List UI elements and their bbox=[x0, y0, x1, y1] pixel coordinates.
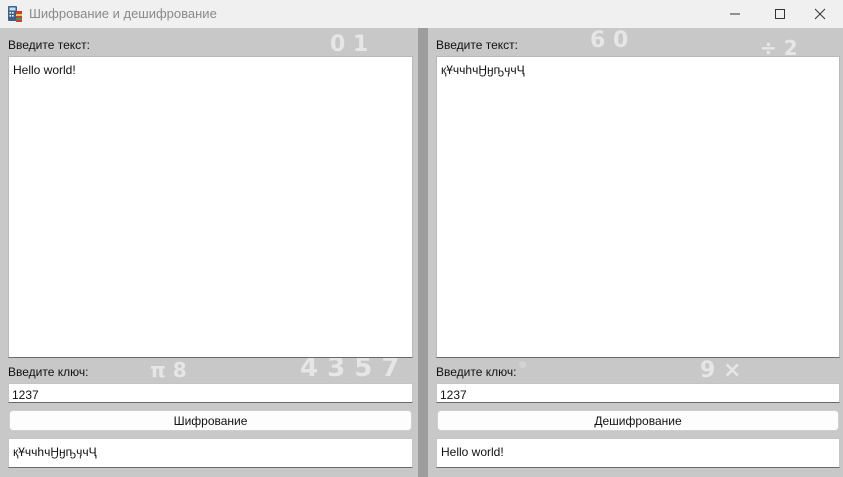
decrypt-button-label: Дешифрование bbox=[594, 413, 682, 428]
decrypted-output[interactable]: Hello world! bbox=[436, 438, 840, 468]
key-label: Введите ключ: bbox=[8, 365, 89, 379]
key-input[interactable]: 1237 bbox=[8, 383, 413, 403]
key-input[interactable]: 1237 bbox=[436, 383, 840, 403]
close-button[interactable] bbox=[797, 0, 843, 28]
panel-separator bbox=[418, 28, 428, 477]
app-icon bbox=[7, 5, 23, 23]
ciphertext-input[interactable]: қҰччһчӇӈҧӌчҶ bbox=[436, 56, 840, 358]
encrypt-panel: Введите текст: Hello world! Введите ключ… bbox=[0, 28, 413, 477]
minimize-icon bbox=[729, 8, 741, 20]
text-label: Введите текст: bbox=[436, 38, 518, 52]
close-icon bbox=[814, 8, 826, 20]
text-label: Введите текст: bbox=[8, 38, 90, 52]
key-label: Введите ключ: bbox=[436, 365, 517, 379]
minimize-button[interactable] bbox=[712, 0, 758, 28]
encrypted-output[interactable]: қҰччһчӇӈҧӌчҶ bbox=[8, 438, 413, 468]
title-bar: Шифрование и дешифрование bbox=[0, 0, 843, 28]
decrypt-panel: Введите текст: қҰччһчӇӈҧӌчҶ Введите ключ… bbox=[428, 28, 840, 477]
maximize-icon bbox=[774, 8, 786, 20]
plaintext-input[interactable]: Hello world! bbox=[8, 56, 413, 358]
decrypt-button[interactable]: Дешифрование bbox=[437, 410, 839, 431]
window-title: Шифрование и дешифрование bbox=[29, 6, 217, 21]
encrypt-button-label: Шифрование bbox=[173, 413, 248, 428]
encrypt-button[interactable]: Шифрование bbox=[9, 410, 412, 431]
window-client-area: 0 1 6 0 ÷ 2 4 3 5 7 π 8 9 × Введите текс… bbox=[0, 28, 843, 477]
